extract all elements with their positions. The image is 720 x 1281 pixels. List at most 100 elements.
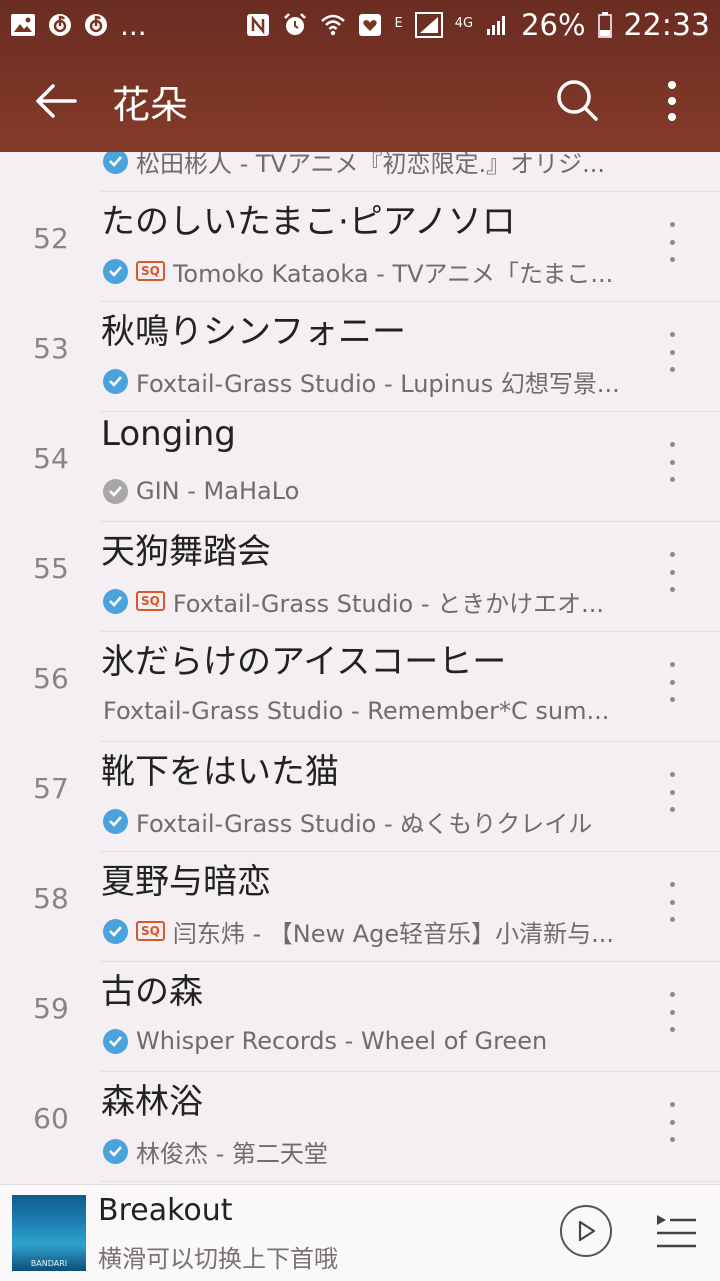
now-playing-hint: 横滑可以切换上下首哦 — [98, 1245, 338, 1273]
track-more-button[interactable] — [660, 662, 684, 702]
track-row[interactable]: 59 古の森 Whisper Records - Wheel of Green — [0, 962, 720, 1072]
track-subtitle: Whisper Records - Wheel of Green — [103, 1024, 623, 1058]
nfc-icon — [246, 13, 270, 37]
mini-player[interactable]: BANDARI Breakout 横滑可以切换上下首哦 — [0, 1184, 720, 1281]
play-queue-button[interactable] — [654, 1211, 698, 1251]
more-vertical-icon-dot — [669, 992, 675, 997]
track-subtitle: SQ 闫东炜 - 【New Age轻音乐】小清新与... — [103, 914, 623, 948]
track-number: 56 — [33, 662, 69, 695]
track-number: 53 — [33, 332, 69, 365]
track-row[interactable]: 54 Longing GIN - MaHaLo — [0, 412, 720, 522]
now-playing-title: Breakout — [98, 1193, 233, 1228]
network-type-e: E — [394, 15, 403, 31]
track-subtitle: 林俊杰 - 第二天堂 — [103, 1134, 623, 1168]
track-more-button[interactable] — [660, 442, 684, 482]
more-vertical-icon-dot — [669, 917, 675, 922]
sq-badge: SQ — [136, 261, 165, 281]
search-icon — [557, 80, 598, 121]
alarm-icon — [282, 12, 308, 38]
more-vertical-icon-dot — [669, 1119, 675, 1125]
more-vertical-icon-dot — [669, 807, 675, 812]
track-artist-album: 闫东炜 - 【New Age轻音乐】小清新与... — [172, 919, 615, 948]
overflow-menu-button[interactable] — [650, 74, 694, 128]
status-left: ... — [10, 9, 147, 42]
back-button[interactable] — [28, 76, 84, 126]
track-number: 57 — [33, 772, 69, 805]
track-more-button[interactable] — [660, 332, 684, 372]
more-vertical-icon-dot — [669, 587, 675, 592]
more-vertical-icon-dot — [669, 679, 675, 685]
track-subtitle: SQ Foxtail-Grass Studio - ときかけエオ... — [103, 584, 623, 618]
track-list[interactable]: 松田彬人 - TVアニメ『初恋限定.』オリジ... 52 たのしいたまこ·ピアノソ… — [0, 152, 720, 1184]
track-title: 古の森 — [101, 972, 203, 1012]
track-artist-album: Foxtail-Grass Studio - Remember*C sum... — [103, 697, 610, 725]
track-more-button[interactable] — [660, 882, 684, 922]
more-vertical-icon-dot — [669, 239, 675, 245]
check-circle-icon — [103, 478, 128, 504]
track-number: 54 — [33, 442, 69, 475]
track-more-button[interactable] — [660, 1102, 684, 1142]
track-row[interactable]: 60 森林浴 林俊杰 - 第二天堂 — [0, 1072, 720, 1182]
check-circle-icon — [103, 1138, 128, 1164]
more-vertical-icon-dot — [669, 222, 675, 227]
track-artist-album: Foxtail-Grass Studio - ときかけエオ... — [172, 589, 604, 618]
more-vertical-icon-dot — [669, 349, 675, 355]
album-cover-label: BANDARI — [30, 1259, 68, 1268]
status-right: E 4G 26% 22:33 — [246, 8, 710, 43]
track-row[interactable]: 55 天狗舞踏会 SQ Foxtail-Grass Studio - ときかけエオ..… — [0, 522, 720, 632]
more-vertical-icon-dot — [669, 899, 675, 905]
more-vertical-icon-dot — [669, 1137, 675, 1142]
track-row-partial[interactable]: 松田彬人 - TVアニメ『初恋限定.』オリジ... — [0, 152, 720, 192]
track-subtitle: 松田彬人 - TVアニメ『初恋限定.』オリジ... — [103, 152, 623, 178]
track-number: 58 — [33, 882, 69, 915]
track-artist-album: 林俊杰 - 第二天堂 — [136, 1139, 328, 1168]
track-artist-album: Whisper Records - Wheel of Green — [136, 1027, 548, 1055]
album-cover[interactable]: BANDARI — [12, 1195, 86, 1271]
netease-music-notification-icon-2 — [84, 13, 108, 37]
signal-icon-sim1 — [414, 12, 443, 38]
track-row[interactable]: 58 夏野与暗恋 SQ 闫东炜 - 【New Age轻音乐】小清新与... — [0, 852, 720, 962]
track-more-button[interactable] — [660, 222, 684, 262]
track-number: 55 — [33, 552, 69, 585]
play-button[interactable] — [560, 1205, 612, 1257]
more-vertical-icon-dot — [669, 459, 675, 465]
signal-icon-sim2 — [485, 13, 509, 37]
check-circle-icon — [103, 368, 128, 394]
track-more-button[interactable] — [660, 772, 684, 812]
track-number: 52 — [33, 222, 69, 255]
back-arrow-icon — [36, 84, 77, 118]
check-circle-icon — [103, 258, 128, 284]
track-row[interactable]: 57 靴下をはいた猫 Foxtail-Grass Studio - ぬくもりクレイル — [0, 742, 720, 852]
sq-badge: SQ — [136, 921, 165, 941]
network-type-4g: 4G — [454, 15, 474, 31]
clock: 22:33 — [623, 7, 710, 43]
play-icon — [578, 1220, 596, 1242]
track-row[interactable]: 52 たのしいたまこ·ピアノソロ SQ Tomoko Kataoka - TVアニメ「… — [0, 192, 720, 302]
status-bar: ... E 4G 26% 22:33 — [0, 0, 720, 50]
more-vertical-icon-dot — [669, 697, 675, 702]
track-row[interactable]: 53 秋鳴りシンフォニー Foxtail-Grass Studio - Lupinu… — [0, 302, 720, 412]
check-circle-icon — [103, 808, 128, 834]
more-vertical-icon-dot — [669, 1009, 675, 1015]
track-subtitle: GIN - MaHaLo — [103, 474, 623, 508]
more-vertical-icon-dot — [669, 257, 675, 262]
track-title: 靴下をはいた猫 — [101, 752, 339, 792]
track-row[interactable]: 56 氷だらけのアイスコーヒー Foxtail-Grass Studio - Rem… — [0, 632, 720, 742]
top-bar: ... E 4G 26% 22:33 花朵 — [0, 0, 720, 152]
more-vertical-icon-dot — [669, 772, 675, 777]
track-artist-album: Foxtail-Grass Studio - ぬくもりクレイル — [136, 809, 593, 838]
more-vertical-icon-dot — [669, 1027, 675, 1032]
track-title: 天狗舞踏会 — [101, 532, 271, 572]
track-subtitle: SQ Tomoko Kataoka - TVアニメ「たまこ... — [103, 254, 623, 288]
more-vertical-icon-dot — [669, 332, 675, 337]
track-artist-album: GIN - MaHaLo — [136, 477, 300, 505]
track-more-button[interactable] — [660, 992, 684, 1032]
track-artist-album: Tomoko Kataoka - TVアニメ「たまこ... — [172, 259, 614, 288]
check-circle-icon — [103, 588, 128, 614]
search-button[interactable] — [552, 74, 602, 126]
queue-icon — [657, 1215, 696, 1248]
more-vertical-icon — [668, 81, 676, 121]
track-title: 森林浴 — [101, 1082, 203, 1122]
wifi-icon — [320, 13, 346, 37]
track-more-button[interactable] — [660, 552, 684, 592]
